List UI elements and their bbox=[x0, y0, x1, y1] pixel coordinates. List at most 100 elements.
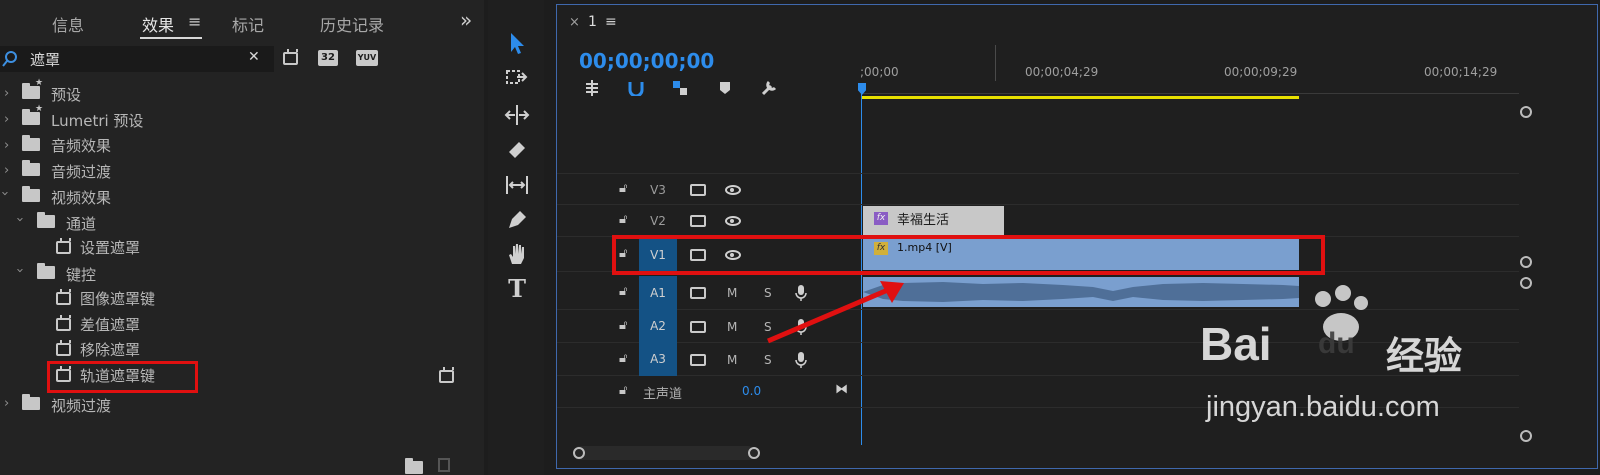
master-volume-value[interactable]: 0.0 bbox=[742, 384, 761, 398]
tab-history[interactable]: 历史记录 bbox=[320, 12, 384, 36]
sync-lock-icon[interactable] bbox=[690, 287, 706, 299]
effect-icon bbox=[56, 340, 71, 356]
star-icon: ★ bbox=[35, 104, 44, 114]
chevron-down-icon[interactable]: › bbox=[0, 191, 12, 196]
work-area-bar[interactable] bbox=[862, 96, 1299, 99]
wrench-icon[interactable] bbox=[760, 79, 778, 97]
track-select-tool-icon[interactable] bbox=[504, 66, 530, 92]
track-v2[interactable]: 🔓︎ V2 bbox=[557, 205, 1519, 237]
32bit-filter-icon[interactable]: 32 bbox=[318, 50, 338, 66]
slip-tool-icon[interactable] bbox=[504, 172, 530, 198]
tab-effects[interactable]: 效果 bbox=[142, 12, 174, 36]
panel-overflow-icon[interactable]: » bbox=[460, 8, 472, 32]
accelerated-effects-filter-icon[interactable] bbox=[283, 49, 298, 65]
razor-tool-icon[interactable] bbox=[504, 137, 530, 163]
horizontal-scrollbar[interactable] bbox=[573, 446, 755, 460]
tree-item-video-transitions[interactable]: 视频过渡 bbox=[51, 393, 111, 417]
sequence-menu-icon[interactable]: ≡ bbox=[605, 14, 617, 30]
tree-item-audio-effects[interactable]: 音频效果 bbox=[51, 133, 111, 157]
tree-item-presets[interactable]: 预设 bbox=[51, 82, 81, 106]
clear-search-icon[interactable]: ✕ bbox=[248, 49, 260, 65]
selection-tool-icon[interactable] bbox=[504, 30, 530, 56]
tree-item-keying[interactable]: 键控 bbox=[66, 262, 96, 286]
tree-item-lumetri[interactable]: Lumetri 预设 bbox=[51, 108, 143, 132]
solo-button[interactable]: S bbox=[764, 353, 772, 367]
tree-item-label: 视频过渡 bbox=[51, 396, 112, 415]
clip-v2-title[interactable]: fx 幸福生活 bbox=[863, 206, 1004, 236]
tree-item-video-effects[interactable]: 视频效果 bbox=[51, 185, 111, 209]
tree-item-difference-matte[interactable]: 差值遮罩 bbox=[80, 312, 140, 336]
chevron-down-icon[interactable]: › bbox=[12, 217, 27, 222]
active-tab-underline bbox=[140, 37, 202, 39]
tree-item-label: 预设 bbox=[51, 85, 82, 104]
chevron-right-icon[interactable]: › bbox=[4, 86, 9, 101]
tree-item-audio-transitions[interactable]: 音频过渡 bbox=[51, 159, 111, 183]
chevron-right-icon[interactable]: › bbox=[4, 163, 9, 178]
track-v3[interactable]: 🔓︎ V3 bbox=[557, 173, 1519, 205]
tree-item-set-matte[interactable]: 设置遮罩 bbox=[80, 235, 140, 259]
eye-icon[interactable] bbox=[725, 185, 741, 195]
eye-icon[interactable] bbox=[725, 216, 741, 226]
audio-scroll-handle-bottom[interactable] bbox=[1520, 430, 1532, 442]
track-label[interactable]: A1 bbox=[639, 276, 677, 310]
track-label[interactable]: A2 bbox=[639, 310, 677, 343]
sync-lock-icon[interactable] bbox=[690, 184, 706, 196]
tree-item-remove-matte[interactable]: 移除遮罩 bbox=[80, 337, 140, 361]
linked-selection-icon[interactable] bbox=[671, 79, 689, 97]
lock-icon[interactable]: 🔓︎ bbox=[619, 284, 627, 299]
tree-item-channel[interactable]: 通道 bbox=[66, 211, 96, 235]
lock-icon[interactable]: 🔓︎ bbox=[619, 212, 627, 227]
tree-item-image-matte-key[interactable]: 图像遮罩键 bbox=[80, 286, 155, 310]
track-label[interactable]: V2 bbox=[639, 205, 677, 237]
nest-icon[interactable] bbox=[583, 79, 601, 97]
close-tab-icon[interactable]: × bbox=[569, 15, 580, 30]
tab-markers[interactable]: 标记 bbox=[232, 12, 264, 36]
clip-name: 幸福生活 bbox=[897, 213, 950, 228]
audio-scroll-handle-top[interactable] bbox=[1520, 277, 1532, 289]
new-bin-icon[interactable] bbox=[405, 458, 423, 474]
microphone-icon[interactable] bbox=[795, 351, 807, 369]
ruler-label: ;00;00 bbox=[860, 65, 899, 79]
sync-lock-icon[interactable] bbox=[690, 354, 706, 366]
snap-icon[interactable] bbox=[628, 80, 644, 96]
track-label[interactable]: V3 bbox=[639, 174, 677, 206]
tree-item-label: 移除遮罩 bbox=[80, 340, 141, 359]
chevron-right-icon[interactable]: › bbox=[4, 396, 9, 411]
tools-panel: T bbox=[488, 0, 544, 475]
tab-info[interactable]: 信息 bbox=[52, 12, 84, 36]
sync-lock-icon[interactable] bbox=[690, 215, 706, 227]
scroll-handle-right[interactable] bbox=[748, 447, 760, 459]
video-scroll-handle-bottom[interactable] bbox=[1520, 256, 1532, 268]
sync-lock-icon[interactable] bbox=[690, 321, 706, 333]
search-input[interactable]: 遮罩 bbox=[30, 49, 60, 70]
mute-button[interactable]: M bbox=[727, 286, 737, 300]
chevron-down-icon[interactable]: › bbox=[12, 268, 27, 273]
hand-tool-icon[interactable] bbox=[504, 241, 530, 267]
sequence-tab[interactable]: 1 bbox=[588, 14, 597, 30]
lock-icon[interactable]: 🔓︎ bbox=[619, 383, 627, 398]
search-field[interactable]: 遮罩 ✕ bbox=[0, 46, 274, 72]
track-label[interactable]: A3 bbox=[639, 343, 677, 376]
lock-icon[interactable]: 🔓︎ bbox=[619, 181, 627, 196]
scroll-handle-left[interactable] bbox=[573, 447, 585, 459]
effect-icon bbox=[56, 315, 71, 331]
video-scroll-handle-top[interactable] bbox=[1520, 106, 1532, 118]
add-marker-icon[interactable] bbox=[719, 81, 731, 95]
annotation-arrow bbox=[767, 281, 904, 344]
yuv-filter-icon[interactable]: YUV bbox=[356, 50, 378, 66]
tree-item-label: 音频过渡 bbox=[51, 162, 112, 181]
playhead-timecode[interactable]: 00;00;00;00 bbox=[579, 49, 714, 73]
go-to-in-out-icon[interactable]: ⧓ bbox=[835, 382, 848, 397]
lock-icon[interactable]: 🔓︎ bbox=[619, 351, 627, 366]
pen-tool-icon[interactable] bbox=[504, 207, 530, 233]
tree-item-label: 差值遮罩 bbox=[80, 315, 141, 334]
chevron-right-icon[interactable]: › bbox=[4, 112, 9, 127]
ripple-edit-tool-icon[interactable] bbox=[504, 102, 530, 128]
mute-button[interactable]: M bbox=[727, 320, 737, 334]
mute-button[interactable]: M bbox=[727, 353, 737, 367]
panel-menu-icon[interactable]: ≡ bbox=[188, 12, 201, 31]
type-tool-icon[interactable]: T bbox=[504, 276, 530, 302]
chevron-right-icon[interactable]: › bbox=[4, 138, 9, 153]
delete-icon[interactable] bbox=[438, 458, 450, 472]
lock-icon[interactable]: 🔓︎ bbox=[619, 318, 627, 333]
